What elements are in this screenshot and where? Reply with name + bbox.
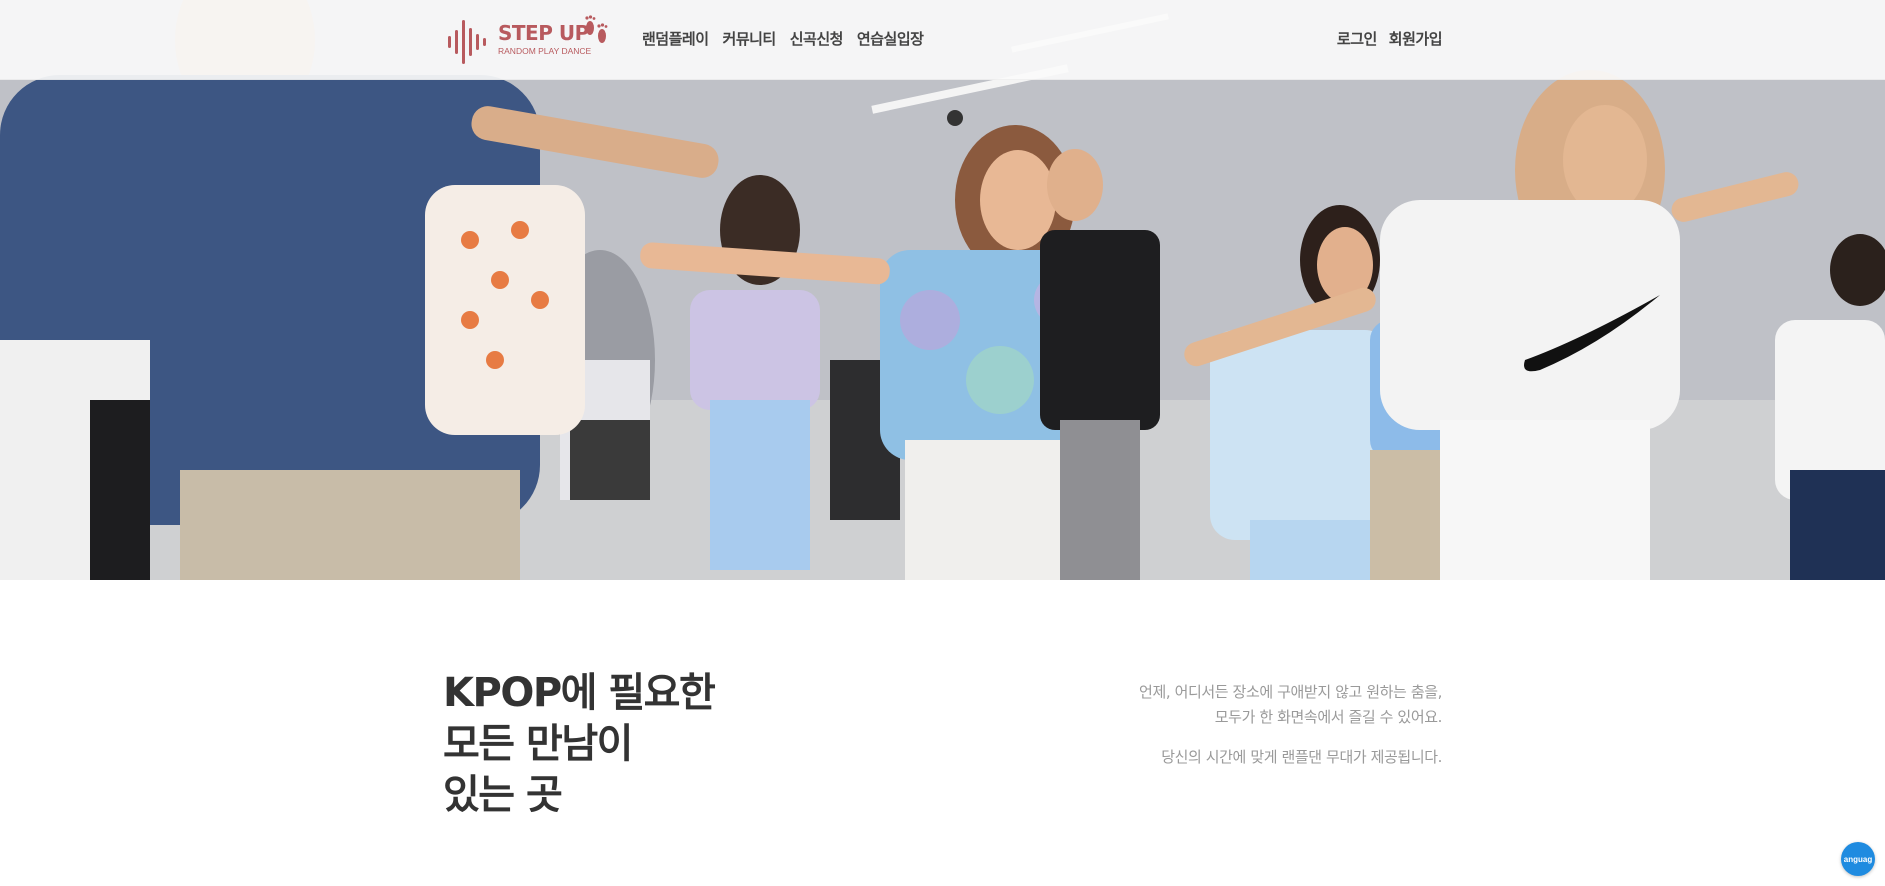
- nav-item-community[interactable]: 커뮤니티: [723, 28, 777, 49]
- nav-item-random-play[interactable]: 랜덤플레이: [642, 28, 709, 49]
- description-line-2: 모두가 한 화면속에서 즐길 수 있어요.: [1214, 708, 1443, 726]
- language-button[interactable]: anguag: [1841, 842, 1875, 876]
- hero-image: [0, 0, 1885, 580]
- signup-link[interactable]: 회원가입: [1389, 28, 1443, 49]
- main-headline: KPOP에 필요한 모든 만남이 있는 곳: [443, 668, 843, 821]
- headline-line-3: 있는 곳: [443, 772, 563, 818]
- intro-description: 언제, 어디서든 장소에 구애받지 않고 원하는 춤을, 모두가 한 화면속에서…: [922, 680, 1442, 770]
- description-line-3: 당신의 시간에 맞게 랜플댄 무대가 제공됩니다.: [1161, 748, 1442, 766]
- logo[interactable]: STEP UP RANDOM PLAY DANCE: [446, 12, 616, 66]
- sound-wave-icon: [448, 20, 486, 64]
- auth-links: 로그인 회원가입: [1337, 28, 1443, 49]
- dance-class-photo: [0, 0, 1885, 580]
- nav-item-song-request[interactable]: 신곡신청: [790, 28, 844, 49]
- footprints-icon: [585, 15, 608, 43]
- site-header: STEP UP RANDOM PLAY DANCE 랜덤플레이 커뮤니티 신곡신…: [0, 0, 1885, 80]
- main-nav: 랜덤플레이 커뮤니티 신곡신청 연습실입장: [642, 28, 924, 49]
- nav-item-practice-room[interactable]: 연습실입장: [857, 28, 924, 49]
- logo-title: STEP UP: [498, 21, 589, 45]
- headline-line-1: KPOP에 필요한: [443, 670, 716, 716]
- headline-line-2: 모든 만남이: [443, 721, 633, 767]
- description-line-1: 언제, 어디서든 장소에 구애받지 않고 원하는 춤을,: [1139, 683, 1442, 701]
- login-link[interactable]: 로그인: [1337, 28, 1377, 49]
- logo-subtitle: RANDOM PLAY DANCE: [498, 46, 592, 56]
